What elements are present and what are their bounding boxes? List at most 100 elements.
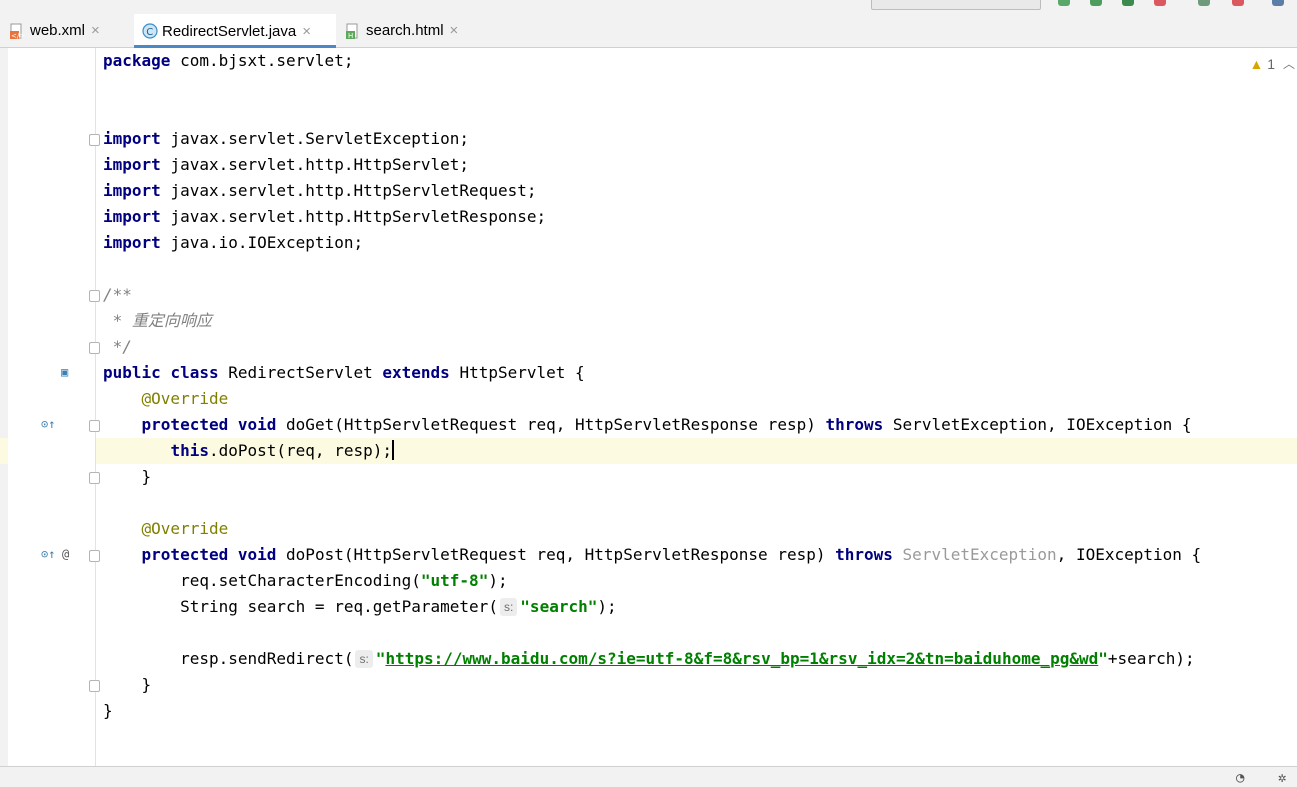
code-token: throws bbox=[835, 545, 893, 564]
annotation-icon[interactable]: @ bbox=[62, 547, 69, 561]
code-text: import java.io.IOException; bbox=[103, 230, 363, 256]
code-line[interactable]: 16 this.doPost(req, resp); bbox=[0, 438, 1297, 464]
code-token: javax.servlet.http.HttpServletRequest; bbox=[170, 181, 537, 200]
code-token: class bbox=[170, 363, 219, 382]
code-line[interactable]: 26} bbox=[0, 698, 1297, 724]
warning-count: 1 bbox=[1267, 56, 1275, 72]
code-text: resp.sendRedirect(s: "https://www.baidu.c… bbox=[103, 646, 1195, 672]
code-token: javax.servlet.http.HttpServlet; bbox=[170, 155, 470, 174]
debug-icon[interactable] bbox=[1090, 0, 1102, 6]
code-editor[interactable]: 1package com.bjsxt.servlet;234import jav… bbox=[0, 48, 1297, 766]
code-token: ServletException bbox=[902, 545, 1057, 564]
code-line[interactable]: 14 @Override bbox=[0, 386, 1297, 412]
status-bar: ◔ ✲ bbox=[0, 766, 1297, 787]
code-text: } bbox=[103, 698, 113, 724]
run-configuration-combo[interactable] bbox=[871, 0, 1041, 10]
tab-label: search.html bbox=[366, 22, 444, 39]
run-icon[interactable] bbox=[1058, 0, 1070, 6]
code-token: import bbox=[103, 181, 171, 200]
profile-icon[interactable] bbox=[1154, 0, 1166, 6]
code-token: import bbox=[103, 129, 171, 148]
code-line[interactable]: 2 bbox=[0, 74, 1297, 100]
override-method-icon[interactable]: ⊙↑ bbox=[41, 417, 55, 431]
tab-redirectservlet-java[interactable]: C RedirectServlet.java × bbox=[134, 14, 336, 48]
inspection-widget[interactable]: ▲ 1 bbox=[1249, 56, 1275, 72]
code-line[interactable]: 19 @Override bbox=[0, 516, 1297, 542]
coverage-icon[interactable] bbox=[1122, 0, 1134, 6]
code-token: protected bbox=[141, 415, 229, 434]
code-token: RedirectServlet bbox=[218, 363, 383, 382]
override-method-icon[interactable]: ⊙↑ bbox=[41, 547, 55, 561]
fold-marker-icon[interactable] bbox=[89, 290, 100, 302]
code-line[interactable]: 10/** bbox=[0, 282, 1297, 308]
code-line[interactable]: 27 bbox=[0, 724, 1297, 750]
project-structure-icon[interactable] bbox=[1272, 0, 1284, 6]
code-text: public class RedirectServlet extends Htt… bbox=[103, 360, 585, 386]
code-text: String search = req.getParameter(s: "sear… bbox=[103, 594, 617, 620]
fold-marker-icon[interactable] bbox=[89, 550, 100, 562]
code-line[interactable]: 20 protected void doPost(HttpServletRequ… bbox=[0, 542, 1297, 568]
code-text: import javax.servlet.http.HttpServlet; bbox=[103, 152, 469, 178]
code-token: " bbox=[1098, 649, 1108, 668]
build-icon[interactable] bbox=[1198, 0, 1210, 6]
code-line[interactable]: 22 String search = req.getParameter(s:"s… bbox=[0, 594, 1297, 620]
tab-search-html[interactable]: H search.html × bbox=[346, 14, 476, 47]
code-token: import bbox=[103, 233, 171, 252]
editor-gutter[interactable] bbox=[8, 48, 96, 766]
code-line[interactable]: 8import java.io.IOException; bbox=[0, 230, 1297, 256]
code-line[interactable]: 7import javax.servlet.http.HttpServletRe… bbox=[0, 204, 1297, 230]
chevron-up-icon[interactable]: ︿ bbox=[1283, 55, 1295, 72]
code-line[interactable]: 6import javax.servlet.http.HttpServletRe… bbox=[0, 178, 1297, 204]
code-line[interactable]: 13public class RedirectServlet extends H… bbox=[0, 360, 1297, 386]
tab-web-xml[interactable]: </> web.xml × bbox=[10, 14, 132, 47]
code-token: throws bbox=[825, 415, 884, 434]
fold-marker-icon[interactable] bbox=[89, 680, 100, 692]
code-line[interactable]: 21 req.setCharacterEncoding("utf-8"); bbox=[0, 568, 1297, 594]
code-line[interactable]: 9 bbox=[0, 256, 1297, 282]
code-line[interactable]: 12 */ bbox=[0, 334, 1297, 360]
code-token: @Override bbox=[141, 519, 229, 538]
code-token: void bbox=[237, 545, 277, 564]
code-text: @Override bbox=[103, 386, 229, 412]
xml-file-icon: </> bbox=[10, 23, 25, 40]
code-text: this.doPost(req, resp); bbox=[103, 438, 394, 464]
code-line[interactable]: 15 protected void doGet(HttpServletReque… bbox=[0, 412, 1297, 438]
stop-icon[interactable] bbox=[1232, 0, 1244, 6]
code-line[interactable]: 23 bbox=[0, 620, 1297, 646]
close-tab-icon[interactable]: × bbox=[302, 23, 311, 40]
code-line[interactable]: 5import javax.servlet.http.HttpServlet; bbox=[0, 152, 1297, 178]
code-line[interactable]: 4import javax.servlet.ServletException; bbox=[0, 126, 1297, 152]
code-token: resp.sendRedirect( bbox=[103, 649, 354, 668]
svg-text:</>: </> bbox=[11, 32, 24, 39]
code-token: */ bbox=[103, 337, 132, 356]
fold-marker-icon[interactable] bbox=[89, 420, 100, 432]
text-caret bbox=[392, 440, 394, 460]
fold-marker-icon[interactable] bbox=[89, 472, 100, 484]
code-token: } bbox=[103, 701, 113, 720]
fold-marker-icon[interactable] bbox=[89, 342, 100, 354]
servlet-gutter-icon[interactable]: ▣ bbox=[61, 365, 68, 379]
fold-marker-icon[interactable] bbox=[89, 134, 100, 146]
code-line[interactable]: 11 * 重定向响应 bbox=[0, 308, 1297, 334]
svg-text:C: C bbox=[146, 27, 153, 38]
code-line[interactable]: 1 package com.bjsxt.servlet; bbox=[0, 48, 1297, 74]
inspector-icon[interactable]: ◔ bbox=[1236, 770, 1244, 786]
code-token: void bbox=[237, 415, 277, 434]
code-line[interactable]: 18 bbox=[0, 490, 1297, 516]
code-line[interactable]: 24 resp.sendRedirect(s:"https://www.baid… bbox=[0, 646, 1297, 672]
settings-icon[interactable]: ✲ bbox=[1278, 770, 1286, 786]
code-text: } bbox=[103, 464, 152, 490]
close-tab-icon[interactable]: × bbox=[91, 22, 100, 39]
code-token: package bbox=[103, 51, 181, 70]
code-line[interactable]: 3 bbox=[0, 100, 1297, 126]
code-line[interactable]: 17 } bbox=[0, 464, 1297, 490]
code-line[interactable]: 25 } bbox=[0, 672, 1297, 698]
close-tab-icon[interactable]: × bbox=[450, 22, 459, 39]
code-text: protected void doGet(HttpServletRequest … bbox=[103, 412, 1192, 438]
svg-text:H: H bbox=[348, 32, 353, 39]
code-token: +search); bbox=[1107, 649, 1195, 668]
